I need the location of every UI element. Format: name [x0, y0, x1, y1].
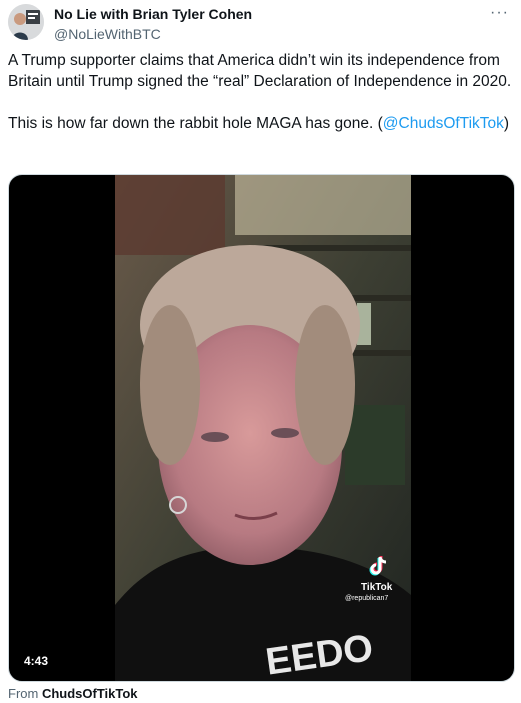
video-player[interactable]: EEDO TikTok @republican7 4:43: [8, 174, 515, 682]
tiktok-logo-icon: [369, 556, 387, 576]
tweet-text-second: This is how far down the rabbit hole MAG…: [8, 113, 513, 134]
more-options-icon[interactable]: ···: [490, 4, 509, 22]
tweet-text-main: A Trump supporter claims that America di…: [8, 52, 512, 90]
author-names: No Lie with Brian Tyler Cohen @NoLieWith…: [54, 5, 252, 43]
tweet-text-second-suffix: ): [503, 115, 510, 132]
tweet-card: No Lie with Brian Tyler Cohen @NoLieWith…: [0, 0, 521, 703]
person-avatar-icon: [8, 4, 44, 40]
video-frame: EEDO: [115, 175, 411, 681]
mention-link[interactable]: @ChudsOfTikTok: [383, 115, 504, 132]
video-still-image: EEDO: [115, 175, 411, 681]
author-avatar[interactable]: [8, 4, 44, 40]
author-handle[interactable]: @NoLieWithBTC: [54, 25, 252, 43]
source-attribution: From ChudsOfTikTok: [8, 686, 138, 702]
tweet-text-second-prefix: This is how far down the rabbit hole MAG…: [8, 115, 383, 132]
tweet-text: A Trump supporter claims that America di…: [8, 50, 513, 134]
author-display-name[interactable]: No Lie with Brian Tyler Cohen: [54, 5, 252, 23]
tiktok-user-label: @republican7: [345, 595, 389, 602]
source-name-link[interactable]: ChudsOfTikTok: [42, 686, 138, 701]
tiktok-watermark: TikTok @republican7: [345, 555, 417, 603]
source-prefix: From: [8, 686, 42, 701]
tiktok-brand-label: TikTok: [361, 582, 393, 593]
tweet-header: No Lie with Brian Tyler Cohen @NoLieWith…: [8, 4, 513, 44]
video-duration-badge: 4:43: [19, 651, 54, 671]
